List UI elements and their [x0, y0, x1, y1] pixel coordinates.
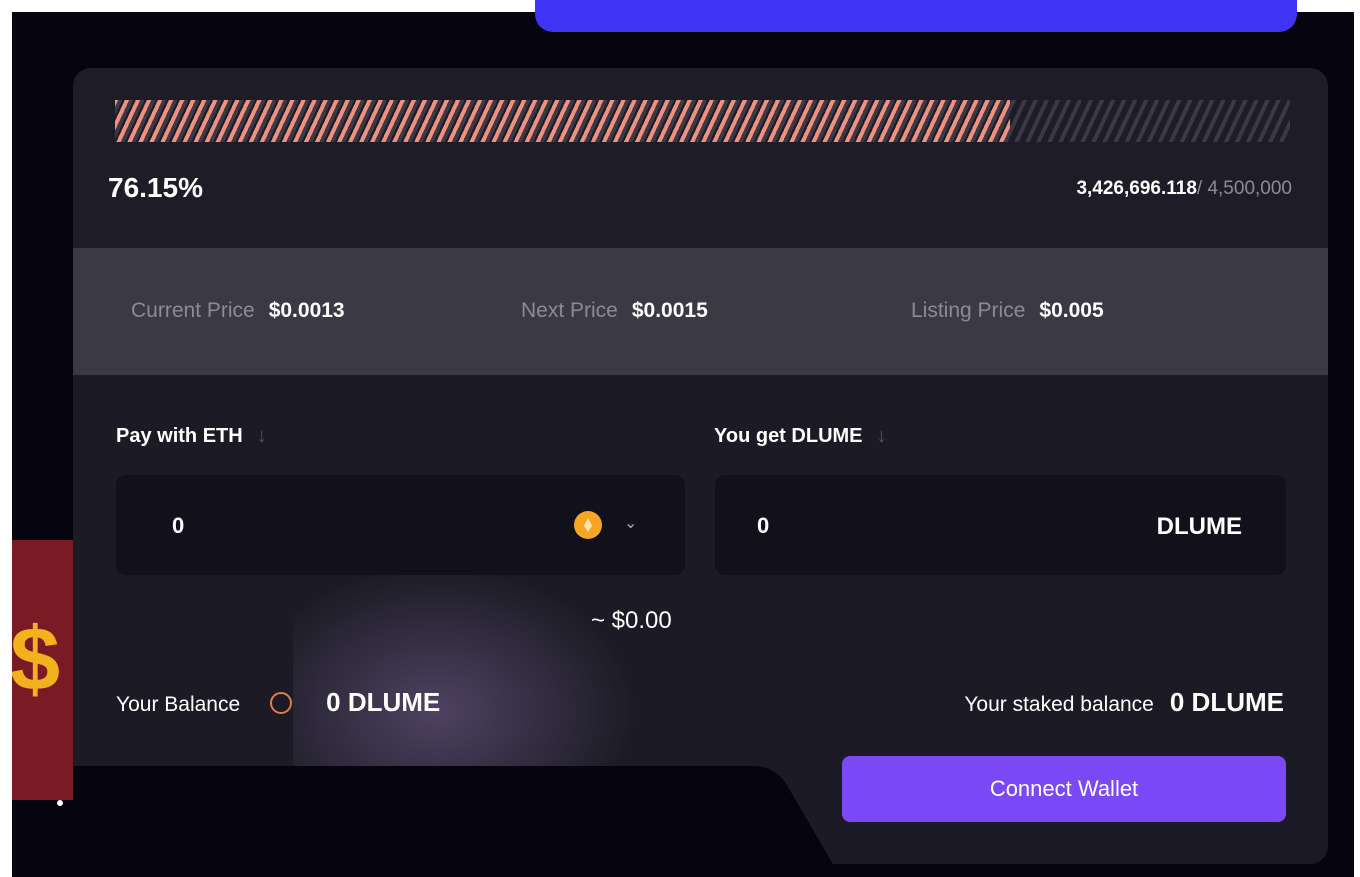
- listing-price: Listing Price $0.005: [911, 299, 1104, 323]
- staked-balance-value: 0 DLUME: [1169, 687, 1284, 717]
- pay-amount-value[interactable]: 0: [172, 513, 184, 539]
- listing-price-label: Listing Price: [911, 299, 1026, 322]
- progress-section: 76.15% 3,426,696.118/ 4,500,000: [73, 68, 1328, 249]
- pay-label-text: Pay with ETH: [116, 425, 243, 447]
- current-price-label: Current Price: [131, 299, 255, 322]
- receive-unit: DLUME: [1156, 513, 1242, 540]
- chevron-down-icon[interactable]: ⌄: [624, 513, 637, 533]
- current-price: Current Price $0.0013: [131, 299, 345, 323]
- ethereum-coin-icon[interactable]: [574, 511, 602, 539]
- receive-amount-value[interactable]: 0: [757, 513, 769, 539]
- progress-percent: 76.15%: [108, 172, 203, 203]
- page-edge-right: [1354, 0, 1360, 877]
- pay-amount-input[interactable]: 0 ⌄: [116, 475, 685, 575]
- staked-balance-label: Your staked balance: [964, 693, 1154, 716]
- next-price-value: $0.0015: [631, 299, 708, 322]
- staked-balance-row: Your staked balance 0 DLUME: [964, 687, 1284, 718]
- get-field-label: You get DLUME ↓: [714, 425, 887, 448]
- arrow-down-icon: ↓: [876, 425, 887, 447]
- tokens-raised: 3,426,696.118: [1076, 178, 1197, 199]
- price-strip: Current Price $0.0013 Next Price $0.0015 L…: [73, 249, 1328, 375]
- pay-field-label: Pay with ETH ↓: [116, 425, 267, 448]
- usd-estimate: ~ $0.00: [591, 607, 672, 634]
- page-edge-left: [0, 0, 12, 877]
- listing-price-value: $0.005: [1039, 299, 1104, 322]
- coin-outline-icon: [270, 692, 293, 715]
- balance-label: Your Balance: [116, 693, 241, 716]
- next-price-label: Next Price: [521, 299, 618, 322]
- next-price: Next Price $0.0015: [521, 299, 708, 323]
- progress-bar-fill: [115, 100, 1010, 142]
- svg-text:$: $: [12, 610, 60, 710]
- connect-wallet-button[interactable]: Connect Wallet: [842, 756, 1286, 822]
- arrow-down-icon: ↓: [256, 425, 267, 447]
- current-price-value: $0.0013: [268, 299, 345, 322]
- tokens-total: / 4,500,000: [1196, 178, 1292, 199]
- receive-amount-input[interactable]: 0 DLUME: [715, 475, 1286, 575]
- card-notch-cutout: [73, 766, 833, 877]
- top-action-bar[interactable]: [535, 0, 1297, 32]
- tokens-sold: 3,426,696.118/ 4,500,000: [1076, 178, 1292, 200]
- get-label-text: You get DLUME: [714, 425, 863, 447]
- balance-value: 0 DLUME: [326, 687, 441, 717]
- progress-bar: [115, 100, 1290, 142]
- presale-card: 76.15% 3,426,696.118/ 4,500,000 Current …: [73, 68, 1328, 864]
- balance-row: Your Balance 0 DLUME: [116, 687, 440, 718]
